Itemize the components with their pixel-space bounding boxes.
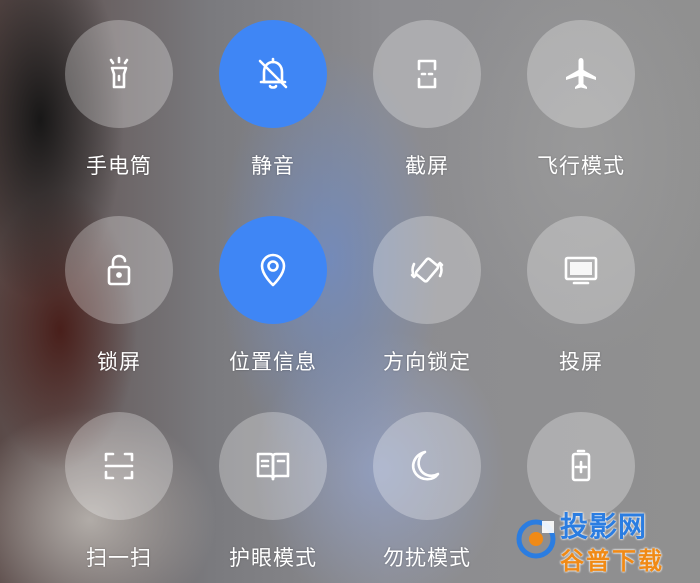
tile-label: 方向锁定 (383, 350, 471, 374)
tile-flashlight[interactable]: 手电筒 (49, 20, 189, 180)
lock-icon (107, 254, 131, 286)
tile-label: 飞行模式 (537, 154, 625, 178)
tile-label: 投屏 (559, 350, 603, 374)
tile-rotation-lock[interactable]: 方向锁定 (357, 216, 497, 376)
rotation-lock-toggle[interactable] (373, 216, 481, 324)
location-pin-icon (260, 253, 286, 287)
airplane-mode-toggle[interactable] (527, 20, 635, 128)
tile-do-not-disturb[interactable]: 勿扰模式 (357, 412, 497, 572)
watermark-logo-icon (516, 519, 556, 559)
flashlight-icon (109, 56, 129, 89)
tile-scan[interactable]: 扫一扫 (49, 412, 189, 572)
tile-eye-comfort[interactable]: 护眼模式 (203, 412, 343, 572)
tile-mute[interactable]: 静音 (203, 20, 343, 180)
battery-saver-toggle[interactable] (527, 412, 635, 520)
monitor-icon (564, 256, 598, 285)
scan-icon (104, 452, 134, 480)
bell-off-icon (258, 57, 288, 89)
rotation-lock-icon (410, 257, 444, 283)
watermark: 投影网 谷普下载 (516, 505, 686, 575)
lock-screen-toggle[interactable] (65, 216, 173, 324)
tile-label: 护眼模式 (229, 546, 317, 570)
tile-label: 勿扰模式 (383, 546, 471, 570)
screen-cast-toggle[interactable] (527, 216, 635, 324)
tile-lock-screen[interactable]: 锁屏 (49, 216, 189, 376)
eye-comfort-toggle[interactable] (219, 412, 327, 520)
mute-toggle[interactable] (219, 20, 327, 128)
tile-screenshot[interactable]: 截屏 (357, 20, 497, 180)
battery-saver-icon (571, 449, 591, 482)
do-not-disturb-toggle[interactable] (373, 412, 481, 520)
flashlight-toggle[interactable] (65, 20, 173, 128)
tile-label: 手电筒 (86, 154, 152, 178)
tile-label: 静音 (251, 154, 295, 178)
tile-label: 截屏 (405, 154, 449, 178)
quick-settings-grid: 手电筒 静音 截屏 飞行模式 锁屏 位置信息 方向锁定 投屏 扫一扫 护眼模式 … (0, 0, 700, 583)
tile-airplane-mode[interactable]: 飞行模式 (511, 20, 651, 180)
watermark-text-bottom: 谷普下载 (560, 547, 664, 575)
moon-icon (412, 450, 440, 481)
watermark-text-top: 投影网 (560, 510, 648, 543)
tile-label: 扫一扫 (86, 546, 152, 570)
location-toggle[interactable] (219, 216, 327, 324)
scan-toggle[interactable] (65, 412, 173, 520)
tile-label: 锁屏 (97, 350, 141, 374)
tile-screen-cast[interactable]: 投屏 (511, 216, 651, 376)
screenshot-toggle[interactable] (373, 20, 481, 128)
airplane-icon (566, 58, 596, 89)
tile-label: 位置信息 (229, 350, 317, 374)
book-icon (256, 452, 290, 481)
tile-location[interactable]: 位置信息 (203, 216, 343, 376)
screenshot-icon (417, 59, 437, 89)
